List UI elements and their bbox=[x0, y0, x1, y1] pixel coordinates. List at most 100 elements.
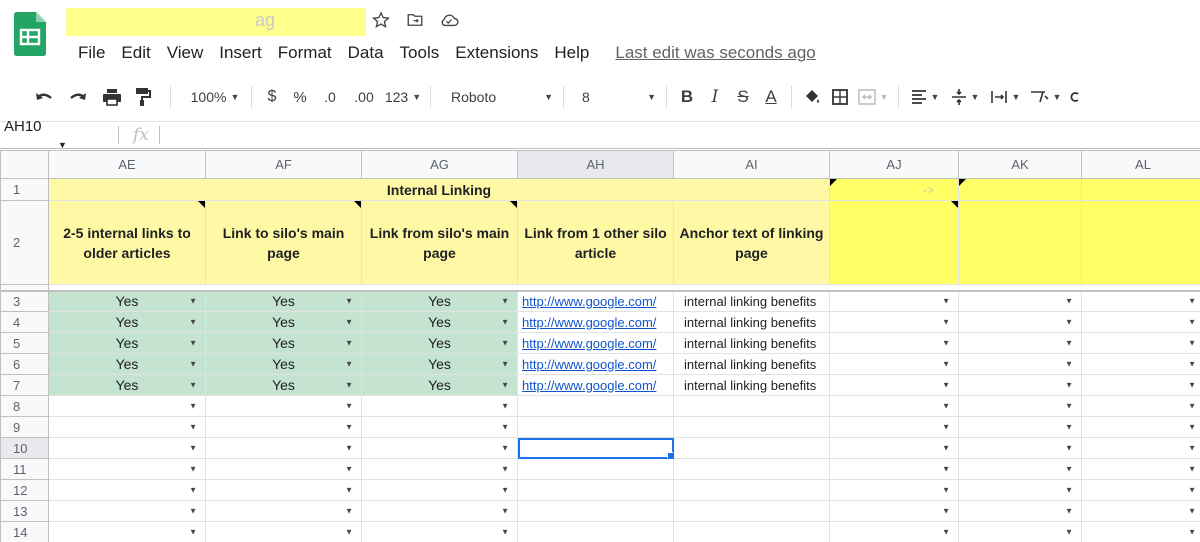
dropdown-cell[interactable] bbox=[829, 311, 959, 333]
selected-cell[interactable] bbox=[517, 437, 674, 459]
menu-help[interactable]: Help bbox=[546, 43, 597, 63]
dropdown-cell[interactable] bbox=[1081, 290, 1200, 312]
row-header[interactable]: 14 bbox=[0, 521, 49, 542]
dropdown-cell[interactable] bbox=[205, 437, 362, 459]
dropdown-cell[interactable] bbox=[958, 458, 1082, 480]
undo-icon[interactable] bbox=[32, 82, 58, 112]
dropdown-cell[interactable] bbox=[1081, 458, 1200, 480]
column-header[interactable]: AH bbox=[517, 150, 674, 179]
dropdown-cell[interactable]: Yes bbox=[205, 290, 362, 312]
cell[interactable] bbox=[1081, 200, 1200, 285]
row-header[interactable]: 1 bbox=[0, 178, 49, 201]
row-header[interactable]: 9 bbox=[0, 416, 49, 438]
header-cell[interactable]: 2-5 internal links to older articles bbox=[48, 200, 206, 285]
section-title-cell[interactable]: Internal Linking bbox=[48, 178, 830, 201]
cell[interactable] bbox=[958, 178, 1082, 201]
dropdown-cell[interactable]: Yes bbox=[361, 332, 518, 354]
dropdown-cell[interactable]: Yes bbox=[205, 374, 362, 396]
cell[interactable]: -> bbox=[829, 178, 959, 201]
link-cell[interactable]: http://www.google.com/ bbox=[517, 311, 674, 333]
dropdown-cell[interactable] bbox=[958, 437, 1082, 459]
row-header[interactable]: 10 bbox=[0, 437, 49, 459]
vertical-align-icon[interactable]: ▼ bbox=[945, 82, 985, 112]
cell[interactable] bbox=[517, 479, 674, 501]
dropdown-cell[interactable]: Yes bbox=[361, 290, 518, 312]
dropdown-cell[interactable] bbox=[1081, 311, 1200, 333]
header-cell[interactable]: Link from 1 other silo article bbox=[517, 200, 674, 285]
paint-format-icon[interactable] bbox=[130, 82, 156, 112]
dropdown-cell[interactable] bbox=[1081, 500, 1200, 522]
dropdown-cell[interactable] bbox=[829, 479, 959, 501]
zoom-select[interactable]: 100% ▼ bbox=[185, 82, 245, 112]
dropdown-cell[interactable] bbox=[958, 311, 1082, 333]
dropdown-cell[interactable] bbox=[48, 521, 206, 542]
menu-data[interactable]: Data bbox=[340, 43, 392, 63]
link-cell[interactable]: http://www.google.com/ bbox=[517, 353, 674, 375]
dropdown-cell[interactable] bbox=[829, 521, 959, 542]
dropdown-cell[interactable]: Yes bbox=[48, 353, 206, 375]
fill-color-icon[interactable] bbox=[798, 82, 826, 112]
dropdown-cell[interactable]: Yes bbox=[48, 332, 206, 354]
cell[interactable]: internal linking benefits bbox=[673, 332, 830, 354]
dropdown-cell[interactable] bbox=[361, 500, 518, 522]
sheets-logo-icon[interactable] bbox=[14, 12, 46, 56]
menu-insert[interactable]: Insert bbox=[211, 43, 270, 63]
text-color-button[interactable]: A bbox=[757, 82, 785, 112]
cell[interactable] bbox=[673, 521, 830, 542]
row-header[interactable]: 7 bbox=[0, 374, 49, 396]
dropdown-cell[interactable] bbox=[1081, 479, 1200, 501]
dropdown-cell[interactable] bbox=[48, 395, 206, 417]
dropdown-cell[interactable] bbox=[48, 500, 206, 522]
dropdown-cell[interactable] bbox=[1081, 395, 1200, 417]
dropdown-cell[interactable]: Yes bbox=[361, 311, 518, 333]
dropdown-cell[interactable] bbox=[361, 437, 518, 459]
menu-edit[interactable]: Edit bbox=[113, 43, 158, 63]
dropdown-cell[interactable] bbox=[1081, 416, 1200, 438]
dropdown-cell[interactable] bbox=[205, 458, 362, 480]
menu-extensions[interactable]: Extensions bbox=[447, 43, 546, 63]
dropdown-cell[interactable]: Yes bbox=[48, 374, 206, 396]
dropdown-cell[interactable] bbox=[829, 290, 959, 312]
dropdown-cell[interactable]: Yes bbox=[48, 311, 206, 333]
dropdown-cell[interactable] bbox=[958, 395, 1082, 417]
column-header[interactable]: AI bbox=[673, 150, 830, 179]
merge-cells-icon[interactable]: ▼ bbox=[854, 82, 892, 112]
decrease-decimal-button[interactable]: .0 bbox=[314, 82, 346, 112]
bold-button[interactable]: B bbox=[673, 82, 701, 112]
dropdown-cell[interactable] bbox=[361, 395, 518, 417]
currency-format-button[interactable]: $ bbox=[258, 82, 286, 112]
name-box[interactable]: AH10 ▼ bbox=[0, 118, 100, 152]
font-size-select[interactable]: 8 ▼ bbox=[570, 82, 660, 112]
row-header[interactable]: 12 bbox=[0, 479, 49, 501]
dropdown-cell[interactable] bbox=[829, 416, 959, 438]
dropdown-cell[interactable] bbox=[1081, 374, 1200, 396]
menu-view[interactable]: View bbox=[159, 43, 212, 63]
dropdown-cell[interactable]: Yes bbox=[205, 353, 362, 375]
row-header[interactable]: 8 bbox=[0, 395, 49, 417]
dropdown-cell[interactable] bbox=[958, 353, 1082, 375]
dropdown-cell[interactable] bbox=[361, 479, 518, 501]
italic-button[interactable]: I bbox=[701, 82, 729, 112]
header-cell[interactable]: Link to silo's main page bbox=[205, 200, 362, 285]
dropdown-cell[interactable] bbox=[829, 353, 959, 375]
row-header[interactable]: 4 bbox=[0, 311, 49, 333]
row-header[interactable]: 6 bbox=[0, 353, 49, 375]
percent-format-button[interactable]: % bbox=[286, 82, 314, 112]
cloud-saved-icon[interactable] bbox=[438, 9, 460, 31]
dropdown-cell[interactable] bbox=[361, 458, 518, 480]
dropdown-cell[interactable]: Yes bbox=[361, 353, 518, 375]
dropdown-cell[interactable] bbox=[829, 500, 959, 522]
row-header[interactable]: 2 bbox=[0, 200, 49, 285]
cell[interactable] bbox=[673, 437, 830, 459]
dropdown-cell[interactable] bbox=[205, 416, 362, 438]
cell[interactable] bbox=[517, 458, 674, 480]
cell[interactable] bbox=[517, 395, 674, 417]
dropdown-cell[interactable] bbox=[958, 521, 1082, 542]
header-cell[interactable]: Anchor text of linking page bbox=[673, 200, 830, 285]
move-folder-icon[interactable] bbox=[404, 9, 426, 31]
dropdown-cell[interactable] bbox=[958, 332, 1082, 354]
row-header[interactable]: 5 bbox=[0, 332, 49, 354]
horizontal-align-icon[interactable]: ▼ bbox=[905, 82, 945, 112]
dropdown-cell[interactable]: Yes bbox=[205, 311, 362, 333]
dropdown-cell[interactable] bbox=[205, 500, 362, 522]
